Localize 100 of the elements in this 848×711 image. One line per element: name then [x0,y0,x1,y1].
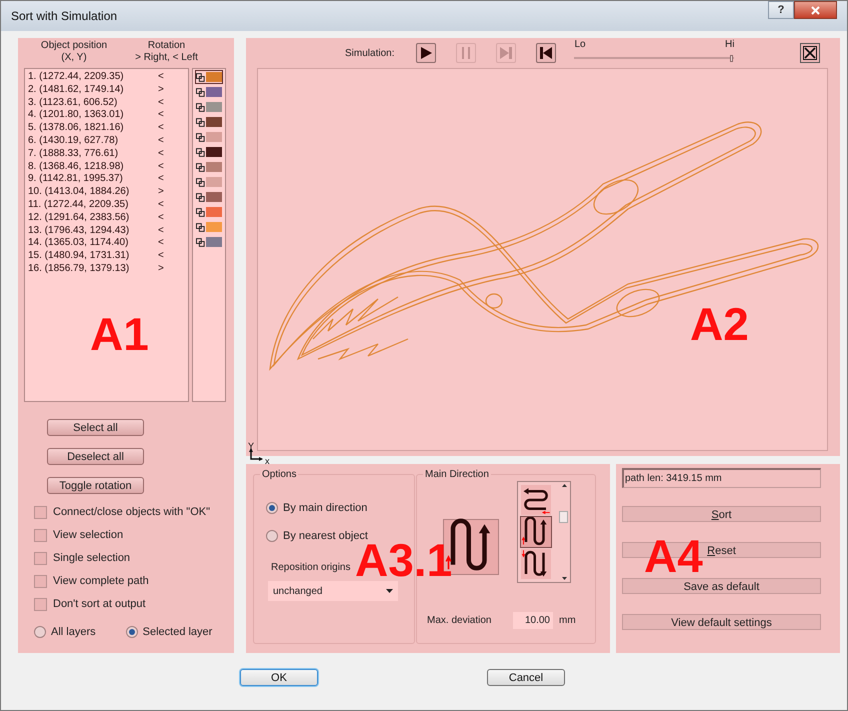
rotation-indicator: < [158,109,164,122]
direction-option[interactable] [521,517,551,547]
path-length-field: path len: 3419.15 mm [622,468,821,488]
radio-button[interactable] [126,626,138,638]
object-position: 5. (1378.06, 1821.16) [28,122,125,135]
object-position: 4. (1201.80, 1363.01) [28,109,125,122]
playback-button[interactable] [536,43,556,63]
group-title: Options [260,467,298,482]
window-title: Sort with Simulation [11,8,118,25]
annotation-label: A2 [690,301,749,347]
layer-item[interactable] [195,190,223,204]
playback-button[interactable] [416,43,436,63]
object-position: 9. (1142.81, 1995.37) [28,173,124,186]
deviation-field[interactable]: 10.00 [513,612,553,629]
step-forward-icon [499,46,514,60]
checkbox[interactable] [34,506,47,519]
layer-item[interactable] [195,220,223,234]
rotation-indicator: < [158,250,164,263]
slider-low-label: Lo [574,38,586,52]
axis-label: Y [248,440,254,453]
annotation-label: A1 [90,311,149,357]
close-button[interactable] [794,1,837,19]
rotation-indicator: > [158,186,164,199]
rotation-indicator: < [158,122,164,135]
direction-option[interactable] [521,549,551,579]
rotation-indicator: < [158,148,164,161]
rotation-indicator: < [158,134,164,148]
close-icon [803,46,817,60]
column-subheader: > Right, < Left [135,52,198,64]
axis-icon [248,448,264,462]
radio-label: Selected layer [142,625,212,640]
button[interactable]: Toggle rotation [47,477,144,494]
caret-icon [386,589,393,593]
column-subheader: (X, Y) [61,52,87,64]
column-header: Rotation [148,40,186,52]
layer-item[interactable] [195,70,223,84]
rotation-indicator: < [158,237,164,250]
object-position: 10. (1413.04, 1884.26) [28,186,130,199]
button[interactable]: Deselect all [47,448,144,465]
layer-item[interactable] [195,205,223,219]
checkbox-label: Single selection [53,551,130,566]
dropdown[interactable]: unchanged [268,581,398,601]
object-position: 1. (1272.44, 2209.35) [28,71,125,84]
layer-item[interactable] [195,145,223,159]
layer-item[interactable] [195,100,223,114]
object-position: 16. (1856.79, 1379.13) [28,262,130,276]
layer-item[interactable] [195,175,223,189]
checkbox[interactable] [34,552,47,565]
dialog-button[interactable]: OK [240,669,318,686]
radio-label: All layers [51,625,96,640]
play-icon [419,46,434,60]
object-position: 8. (1368.46, 1218.98) [28,160,125,174]
object-position: 3. (1123.61, 606.52) [28,96,118,110]
rotation-indicator: < [158,71,164,84]
button[interactable]: View default settings [622,614,821,630]
rotation-indicator: > [158,84,164,97]
speed-slider[interactable] [574,55,734,61]
close-icon [811,6,820,14]
layer-item[interactable] [195,160,223,174]
checkbox[interactable] [34,575,47,588]
layer-item[interactable] [195,115,223,129]
button[interactable]: Save as default [622,578,821,594]
button[interactable]: Sort [622,506,821,522]
checkbox-label: View selection [53,528,124,544]
radio-label: By main direction [283,501,368,516]
scroll-up-icon [562,484,566,487]
rotation-indicator: < [158,96,164,110]
rotation-indicator: < [158,212,164,225]
scroll-thumb[interactable] [559,511,568,523]
layer-item[interactable] [195,85,223,99]
slider-thumb[interactable] [730,55,733,62]
object-position: 13. (1796.43, 1294.43) [28,224,130,238]
help-button[interactable]: ? [768,1,794,19]
direction-option[interactable] [521,485,551,515]
rotation-indicator: > [158,262,164,276]
column-header: Object position [40,40,108,52]
dialog-button[interactable]: Cancel [487,669,565,686]
unit-label: mm [559,614,576,628]
object-position: 7. (1888.33, 776.61) [28,148,120,161]
object-position: 2. (1481.62, 1749.14) [28,84,125,97]
close-simulation-button[interactable] [800,43,820,63]
slider-high-label: Hi [725,38,734,52]
rotation-indicator: < [158,224,164,238]
checkbox[interactable] [34,598,47,611]
button[interactable]: Select all [47,419,144,436]
radio-button[interactable] [266,530,278,542]
object-position: 12. (1291.64, 2383.56) [28,212,130,225]
scroll-down-icon [562,577,566,580]
layer-item[interactable] [195,235,223,249]
checkbox-label: View complete path [53,574,149,590]
rotation-indicator: < [158,198,164,212]
radio-button[interactable] [34,626,46,638]
object-position: 11. (1272.44, 2209.35) [28,198,130,212]
checkbox[interactable] [34,529,47,542]
rotation-indicator: < [158,173,164,186]
radio-button[interactable] [266,502,278,514]
field-label: Reposition origins [271,561,352,575]
rotation-indicator: < [158,160,164,174]
object-position: 6. (1430.19, 627.78) [28,134,120,148]
layer-item[interactable] [195,130,223,144]
